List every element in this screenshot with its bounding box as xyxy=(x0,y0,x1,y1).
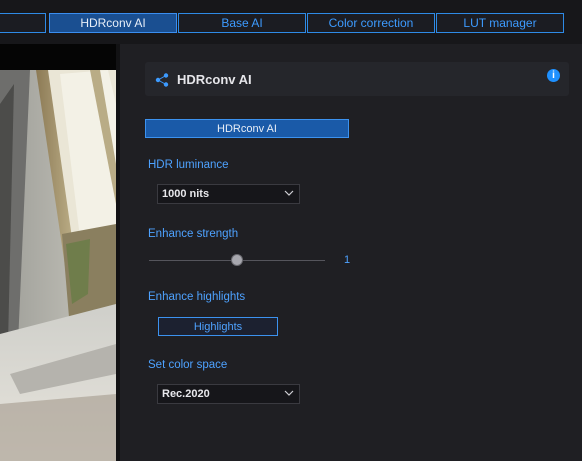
color-space-value: Rec.2020 xyxy=(162,388,210,400)
preview-top-border xyxy=(0,44,116,70)
hdr-luminance-select[interactable]: 1000 nits xyxy=(157,184,300,204)
tab-previous[interactable] xyxy=(0,13,46,33)
hdrconv-ai-button[interactable]: HDRconv AI xyxy=(145,119,349,138)
enhance-strength-label: Enhance strength xyxy=(148,228,239,240)
chevron-down-icon xyxy=(284,390,294,396)
tab-hdrconv-ai[interactable]: HDRconv AI xyxy=(49,13,177,33)
enhance-highlights-label: Enhance highlights xyxy=(148,291,246,303)
hdr-luminance-value: 1000 nits xyxy=(162,188,210,200)
color-space-label: Set color space xyxy=(148,359,228,371)
info-icon[interactable]: i xyxy=(547,69,560,82)
hdr-luminance-label: HDR luminance xyxy=(148,159,229,171)
preview-photo xyxy=(0,70,116,461)
chevron-down-icon xyxy=(284,190,294,196)
panel-title: HDRconv AI xyxy=(177,72,252,87)
highlights-button[interactable]: Highlights xyxy=(158,317,278,336)
image-preview xyxy=(0,44,116,461)
tab-color-correction[interactable]: Color correction xyxy=(307,13,435,33)
slider-thumb[interactable] xyxy=(232,255,242,265)
color-space-select[interactable]: Rec.2020 xyxy=(157,384,300,404)
share-nodes-icon xyxy=(155,73,169,87)
panel-header: HDRconv AI i xyxy=(145,62,569,96)
tab-lut-manager[interactable]: LUT manager xyxy=(436,13,564,33)
tab-base-ai[interactable]: Base AI xyxy=(178,13,306,33)
enhance-strength-value: 1 xyxy=(344,254,351,266)
top-tab-bar: HDRconv AI Base AI Color correction LUT … xyxy=(0,0,582,44)
